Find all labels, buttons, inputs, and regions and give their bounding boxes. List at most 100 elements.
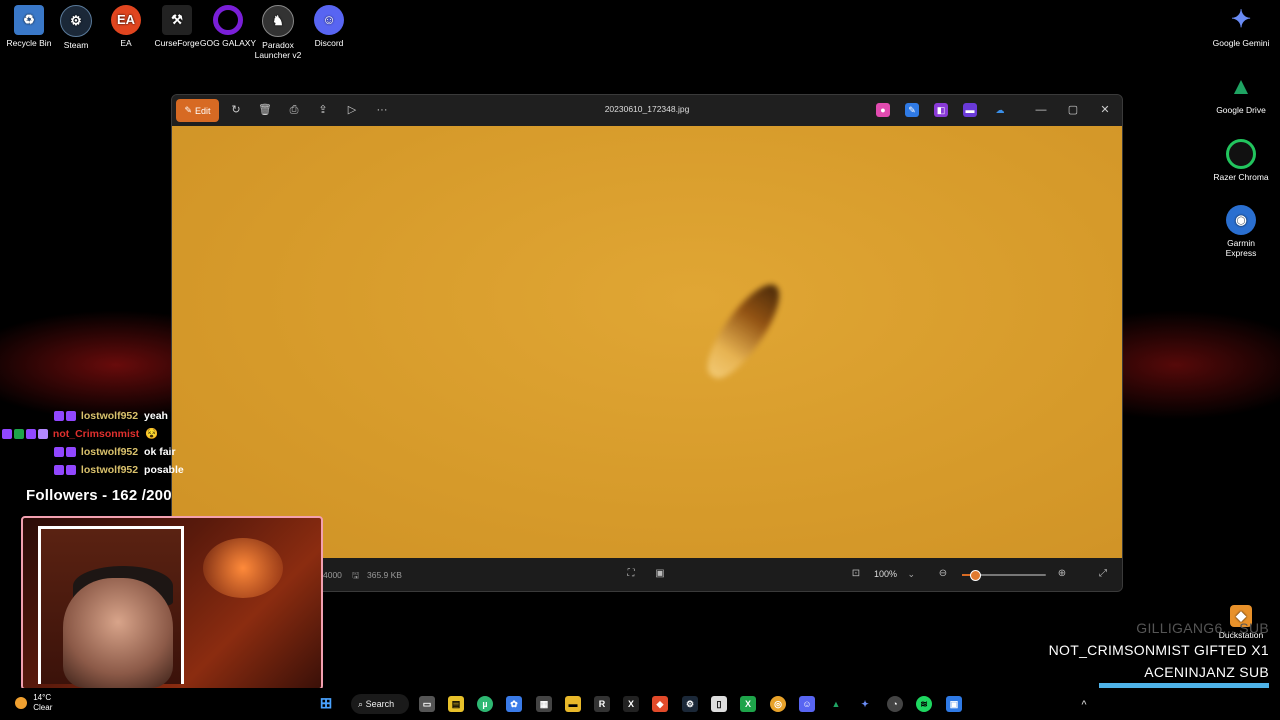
twitch-badge-icon <box>54 465 64 476</box>
google-drive-taskbar-icon[interactable]: ▲ <box>828 696 844 712</box>
twitch-badge-icon <box>54 447 64 458</box>
vip-badge-icon <box>38 429 48 440</box>
desktop-icon-curseforge[interactable]: ⚒ CurseForge <box>148 0 206 48</box>
chat-text: yeah <box>144 410 168 422</box>
taskbar: 14°C Clear ⊞ ⌕ Search ▭ ▤ µ ✿ ▦ ▬ R X ◆ … <box>0 688 1280 720</box>
x-app-icon[interactable]: X <box>623 696 639 712</box>
desktop-icon-paradox[interactable]: ♞ Paradox Launcher v2 <box>249 0 307 60</box>
close-button[interactable]: ✕ <box>1095 101 1115 119</box>
chat-text: ok fair <box>144 446 176 458</box>
desktop-icon-label: Garmin Express <box>1225 238 1257 258</box>
taskbar-search[interactable]: ⌕ Search <box>351 694 409 714</box>
edit-button[interactable]: ✎ Edit <box>176 99 219 122</box>
chat-username: not_Crimsonmist <box>52 428 140 440</box>
zoom-level: 100% <box>874 569 898 579</box>
alert-line: NOT_CRIMSONMIST GIFTED X1 <box>1048 642 1269 658</box>
maximize-button[interactable]: ▢ <box>1063 101 1083 119</box>
share-icon[interactable]: ⇪ <box>315 102 331 118</box>
gemini-taskbar-icon[interactable]: ✦ <box>857 696 873 712</box>
more-options-icon[interactable]: ··· <box>374 102 390 118</box>
steam-taskbar-icon[interactable]: ⚙ <box>682 696 698 712</box>
rocket-league-icon[interactable]: R <box>594 696 610 712</box>
search-icon: ⌕ <box>358 699 364 709</box>
scan-text-icon[interactable]: ▣ <box>653 567 667 581</box>
slideshow-icon[interactable]: ▷ <box>344 102 360 118</box>
zoom-out-icon[interactable]: ⊖ <box>936 567 950 581</box>
weather-widget[interactable]: 14°C Clear <box>15 693 52 713</box>
weather-icon <box>15 697 27 709</box>
desktop-icon-razer-chroma[interactable]: Razer Chroma <box>1212 134 1270 182</box>
zoom-in-icon[interactable]: ⊕ <box>1055 567 1069 581</box>
windows-start-icon[interactable]: ⊞ <box>318 696 334 712</box>
sub-badge-icon <box>66 447 76 458</box>
edit-label: Edit <box>195 105 211 116</box>
photo-object <box>696 275 792 387</box>
actual-size-icon[interactable]: ⊡ <box>849 567 863 581</box>
rotate-icon[interactable]: ↻ <box>228 102 244 118</box>
chevron-down-icon: ⌄ <box>907 569 916 579</box>
mod-badge-icon <box>14 429 24 440</box>
chat-message: lostwolf952 ok fair <box>0 443 240 461</box>
photo-canvas[interactable] <box>172 126 1122 558</box>
chat-username: lostwolf952 <box>80 410 139 422</box>
minimize-button[interactable]: — <box>1031 101 1051 119</box>
sub-badge-icon <box>26 429 36 440</box>
desktop-icon-label: EA <box>120 38 132 48</box>
onedrive-off-icon[interactable]: ☁ <box>993 103 1007 117</box>
desktop-icon-garmin-express[interactable]: ◉ Garmin Express <box>1212 200 1270 258</box>
copilot-taskbar-icon[interactable]: ✿ <box>506 696 522 712</box>
full-screen-icon[interactable]: ⤢ <box>1096 567 1110 581</box>
desktop-icon-label: Paradox Launcher v2 <box>254 40 302 60</box>
discord-taskbar-icon[interactable]: ☺ <box>799 696 815 712</box>
google-drive-icon: ▲ <box>1229 73 1253 100</box>
file-name: 20230610_172348.jpg <box>604 104 690 114</box>
obs-icon[interactable]: ◔ <box>887 696 903 712</box>
zoom-slider[interactable] <box>962 570 1046 581</box>
chevron-up-icon[interactable]: ^ <box>1076 696 1092 712</box>
file-explorer-icon[interactable]: ▬ <box>565 696 581 712</box>
webcam-overlay <box>21 516 323 690</box>
utorrent-icon[interactable]: µ <box>477 696 493 712</box>
brave-browser-icon[interactable]: ◆ <box>652 696 668 712</box>
twitch-badge-icon <box>2 429 12 440</box>
xbox-icon[interactable]: X <box>740 696 756 712</box>
designer-icon[interactable]: ✎ <box>905 103 919 117</box>
twitch-badge-icon <box>54 411 64 422</box>
edit-icon: ✎ <box>184 105 193 115</box>
sticky-notes-icon[interactable]: ▤ <box>448 696 464 712</box>
image-dimensions: 4000 <box>323 570 342 580</box>
desktop-icon-label: Razer Chroma <box>1213 172 1269 182</box>
spotify-icon[interactable]: ≋ <box>916 696 932 712</box>
chat-message: lostwolf952 yeah <box>0 407 240 425</box>
document-icon[interactable]: ▯ <box>711 696 727 712</box>
desktop-icon-google-drive[interactable]: ▲ Google Drive <box>1212 67 1270 116</box>
zoom-level-dropdown[interactable]: 100% ⌄ <box>874 566 926 582</box>
microsoft-store-icon[interactable]: ▦ <box>536 696 552 712</box>
fit-to-window-icon[interactable]: ⛶ <box>624 567 638 581</box>
photos-taskbar-icon[interactable]: ▣ <box>946 696 962 712</box>
copilot-icon[interactable]: ● <box>876 103 890 117</box>
chat-username: lostwolf952 <box>80 464 139 476</box>
print-icon[interactable]: ⎙ <box>286 102 302 118</box>
search-label: Search <box>365 699 395 709</box>
webcam-background-lamp <box>203 538 283 598</box>
desktop-icon-discord[interactable]: ☺ Discord <box>300 0 358 48</box>
weather-temp: 14°C <box>33 693 52 702</box>
weather-desc: Clear <box>33 703 53 712</box>
razer-chroma-icon <box>1226 139 1256 169</box>
curseforge-icon: ⚒ <box>162 5 192 35</box>
video-editor-icon[interactable]: ▬ <box>963 103 977 117</box>
desktop-icon-ea[interactable]: EA EA <box>97 0 155 48</box>
delete-icon[interactable]: 🗑 <box>257 102 273 118</box>
stream-chat: lostwolf952 yeah not_Crimsonmist 😵 lostw… <box>0 407 240 479</box>
task-view-icon[interactable]: ▭ <box>419 696 435 712</box>
chrome-icon[interactable]: ◎ <box>770 696 786 712</box>
ea-icon: EA <box>111 5 141 35</box>
desktop-icon-gemini[interactable]: ✦ Google Gemini <box>1212 0 1270 49</box>
clipchamp-icon[interactable]: ◧ <box>934 103 948 117</box>
discord-icon: ☺ <box>314 5 344 35</box>
garmin-express-icon: ◉ <box>1226 205 1256 235</box>
zoom-slider-knob[interactable] <box>969 570 981 581</box>
followers-goal: Followers - 162 /200 <box>26 487 172 504</box>
desktop-icon-label: Discord <box>314 38 344 48</box>
